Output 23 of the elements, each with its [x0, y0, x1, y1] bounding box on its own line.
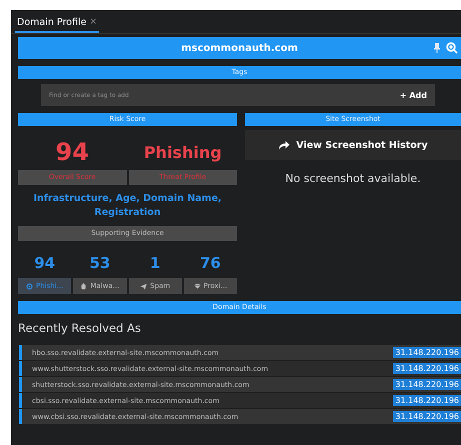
threat-profile: Phishing — [142, 142, 223, 164]
domain-name: mscommonauth.com — [181, 42, 298, 54]
section-title: Recently Resolved As — [18, 320, 142, 337]
zoom-in-icon — [446, 42, 458, 54]
history-button[interactable]: View Screenshot History — [245, 130, 461, 160]
evidence-score: 53 — [88, 253, 112, 274]
empty-message: No screenshot available. — [284, 172, 422, 185]
ip-address[interactable]: 31.148.220.196 — [393, 363, 461, 374]
ip-address[interactable]: 31.148.220.196 — [393, 347, 461, 358]
ip-address[interactable]: 31.148.220.196 — [393, 395, 461, 406]
ip-address[interactable]: 31.148.220.196 — [393, 411, 461, 422]
add-button[interactable]: + Add — [392, 84, 435, 106]
evidence-score: 76 — [198, 253, 222, 274]
tab-label: Domain Profile — [17, 16, 86, 28]
evidence-score: 1 — [148, 253, 162, 274]
tab[interactable]: Domain Profile × — [15, 13, 99, 33]
risk-factors: Infrastructure, Age, Domain Name, Registration — [32, 192, 223, 220]
share-arrow-icon — [278, 140, 290, 150]
pin-icon — [434, 43, 440, 53]
close-button[interactable]: × — [89, 17, 97, 27]
overall-score: 94 — [54, 137, 90, 168]
ip-address[interactable]: 31.148.220.196 — [393, 379, 461, 390]
evidence-score: 94 — [33, 253, 56, 274]
